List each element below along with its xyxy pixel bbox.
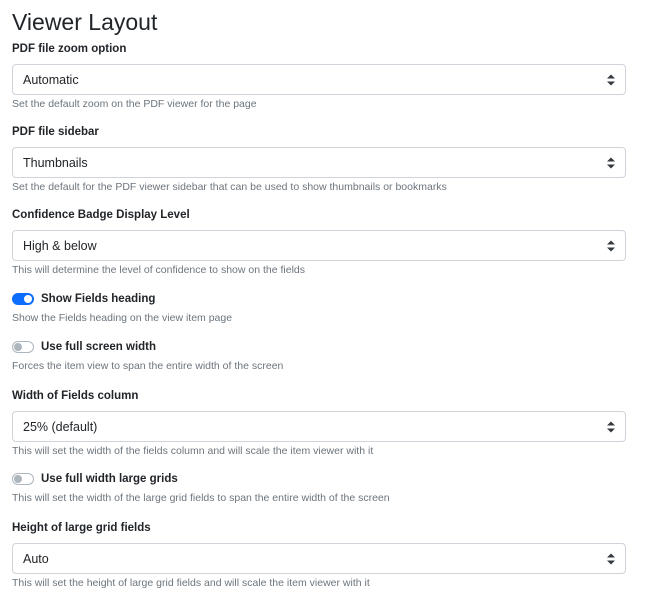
sidebar-option-select[interactable]: Thumbnails [12, 147, 626, 178]
viewer-layout-settings: Viewer Layout PDF file zoom option Autom… [12, 0, 626, 589]
select-caret-icon [607, 553, 615, 564]
toggle-knob [24, 295, 32, 303]
show-fields-heading-toggle[interactable] [12, 293, 34, 305]
zoom-option-help: Set the default zoom on the PDF viewer f… [12, 98, 257, 110]
confidence-level-select[interactable]: High & below [12, 230, 626, 261]
select-caret-icon [607, 240, 615, 251]
fields-column-width-help: This will set the width of the fields co… [12, 445, 374, 457]
full-screen-width-toggle[interactable] [12, 341, 34, 353]
fields-column-width-select[interactable]: 25% (default) [12, 411, 626, 442]
sidebar-option-value: Thumbnails [23, 155, 88, 170]
show-fields-heading-help: Show the Fields heading on the view item… [12, 312, 233, 324]
fields-column-width-label: Width of Fields column [12, 390, 139, 402]
select-caret-icon [607, 157, 615, 168]
show-fields-heading-label[interactable]: Show Fields heading [41, 292, 155, 306]
full-screen-width-group: Use full screen width Forces the item vi… [12, 340, 626, 373]
sidebar-option-group: PDF file sidebar Thumbnails Set the defa… [12, 125, 626, 194]
zoom-option-select[interactable]: Automatic [12, 64, 626, 95]
full-width-large-grids-label[interactable]: Use full width large grids [41, 472, 178, 486]
select-caret-icon [607, 74, 615, 85]
large-grid-height-value: Auto [23, 551, 49, 566]
sidebar-option-help: Set the default for the PDF viewer sideb… [12, 181, 447, 193]
zoom-option-group: PDF file zoom option Automatic Set the d… [12, 42, 626, 111]
full-width-large-grids-toggle[interactable] [12, 473, 34, 485]
full-width-large-grids-help: This will set the width of the large gri… [12, 492, 390, 504]
sidebar-option-label: PDF file sidebar [12, 126, 99, 138]
confidence-level-label: Confidence Badge Display Level [12, 209, 190, 221]
fields-column-width-value: 25% (default) [23, 419, 98, 434]
zoom-option-value: Automatic [23, 72, 79, 87]
fields-column-width-group: Width of Fields column 25% (default) Thi… [12, 389, 626, 458]
zoom-option-label: PDF file zoom option [12, 43, 127, 55]
large-grid-height-group: Height of large grid fields Auto This wi… [12, 521, 626, 590]
full-screen-width-help: Forces the item view to span the entire … [12, 360, 284, 372]
large-grid-height-help: This will set the height of large grid f… [12, 577, 370, 589]
confidence-level-help: This will determine the level of confide… [12, 264, 305, 276]
select-caret-icon [607, 421, 615, 432]
confidence-level-value: High & below [23, 238, 97, 253]
page-title: Viewer Layout [12, 9, 158, 35]
full-width-large-grids-group: Use full width large grids This will set… [12, 472, 626, 505]
full-screen-width-label[interactable]: Use full screen width [41, 340, 156, 354]
large-grid-height-label: Height of large grid fields [12, 522, 151, 534]
show-fields-heading-group: Show Fields heading Show the Fields head… [12, 292, 626, 325]
confidence-level-group: Confidence Badge Display Level High & be… [12, 208, 626, 277]
toggle-knob [14, 475, 22, 483]
large-grid-height-select[interactable]: Auto [12, 543, 626, 574]
toggle-knob [14, 343, 22, 351]
